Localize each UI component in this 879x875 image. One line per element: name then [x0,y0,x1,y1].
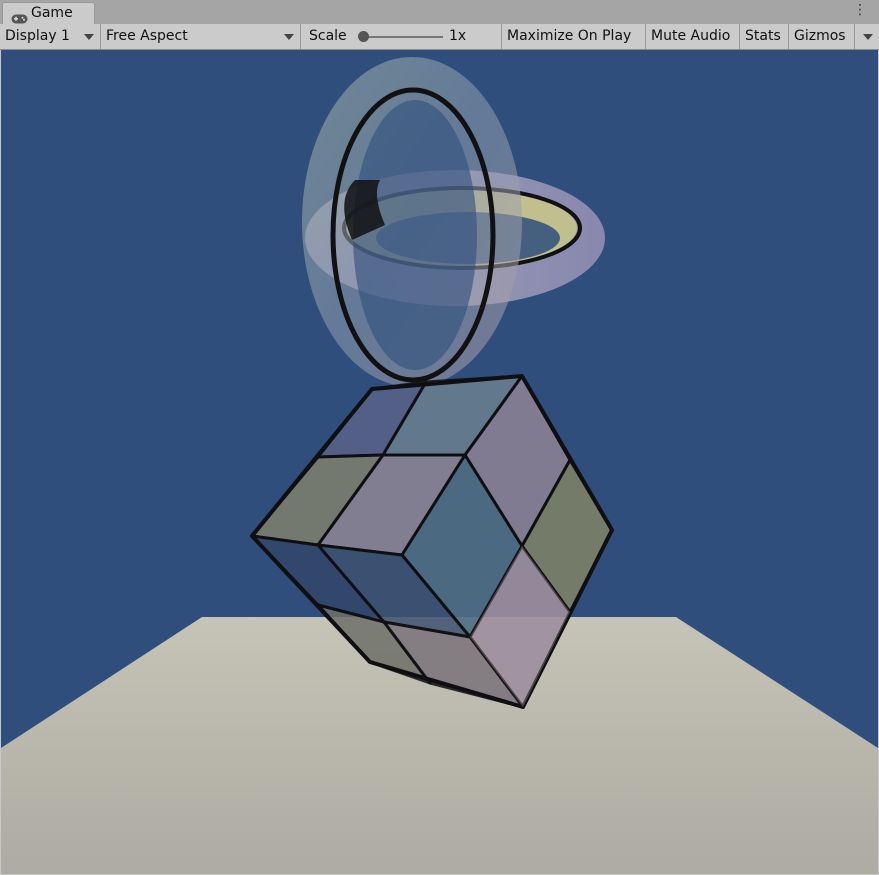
aspect-label: Free Aspect [106,28,188,44]
scale-value: 1x [449,28,467,44]
stats-toggle[interactable]: Stats [740,24,789,49]
display-dropdown[interactable]: Display 1 [0,24,101,49]
maximize-on-play-toggle[interactable]: Maximize On Play [502,24,646,49]
chevron-down-icon [84,34,94,40]
chevron-down-icon [863,34,873,40]
aspect-dropdown[interactable]: Free Aspect [101,24,301,49]
mute-audio-toggle[interactable]: Mute Audio [646,24,740,49]
more-options-icon[interactable]: ⋮ [853,3,867,17]
scale-slider-handle[interactable] [358,31,369,42]
gizmos-label: Gizmos [794,28,846,44]
gizmos-dropdown[interactable] [855,24,879,49]
game-toolbar: Display 1 Free Aspect Scale 1x Maximize … [0,24,879,50]
stats-label: Stats [745,28,781,44]
scene-render [1,50,878,874]
scale-label: Scale [309,28,347,44]
scale-control: Scale 1x [301,24,502,49]
scale-slider-track[interactable] [363,36,443,38]
torus-upright [302,57,522,387]
chevron-down-icon [284,34,294,40]
tab-title: Game [31,5,73,21]
tab-game[interactable]: Game [2,2,95,24]
maximize-label: Maximize On Play [507,28,632,44]
tab-bar: Game ⋮ [0,0,879,25]
game-viewport[interactable] [1,50,878,874]
gizmos-toggle[interactable]: Gizmos [789,24,855,49]
display-label: Display 1 [5,28,70,44]
mute-label: Mute Audio [651,28,731,44]
